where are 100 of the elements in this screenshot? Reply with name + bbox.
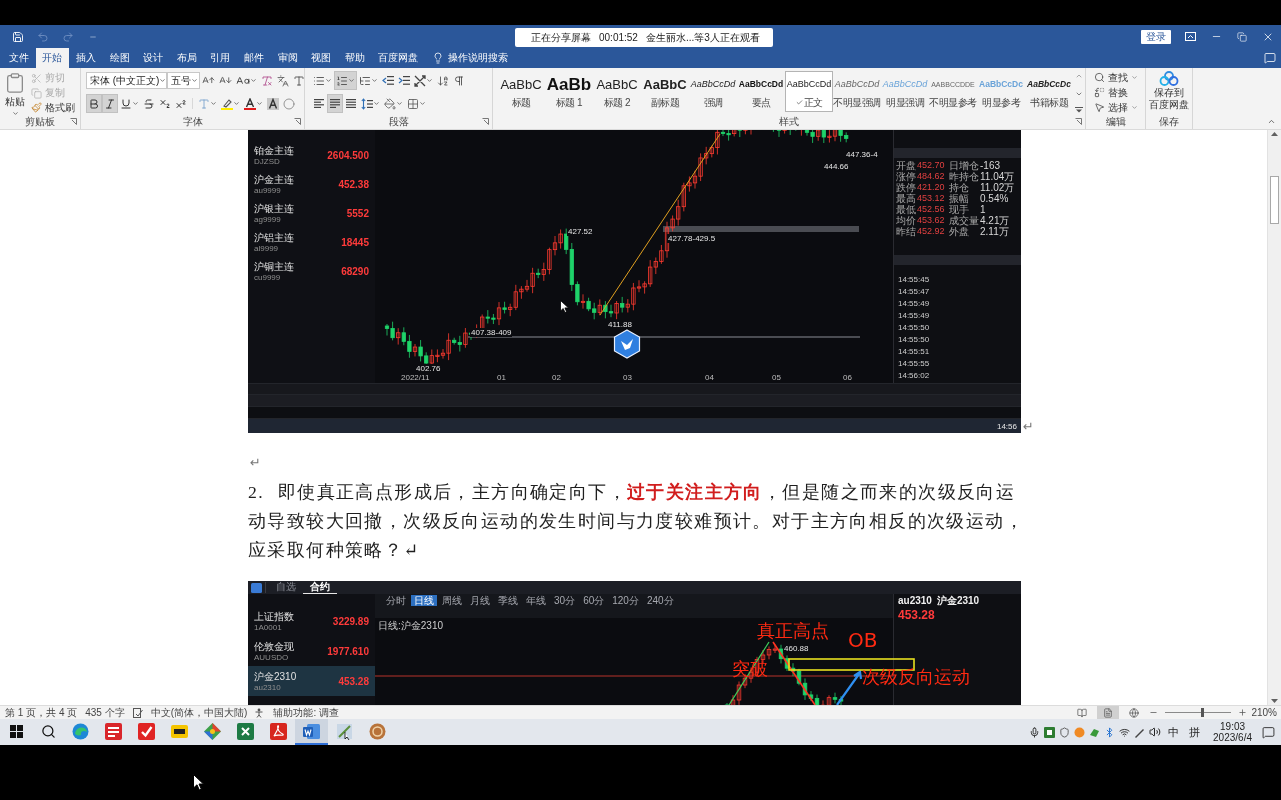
period-tab[interactable]: 120分 (609, 594, 642, 606)
period-tab[interactable]: 日线 (411, 594, 437, 606)
ribbon-tab[interactable]: 引用 (203, 48, 238, 68)
tool-app-icon (336, 722, 353, 740)
font-size-field[interactable]: 五号 (167, 72, 200, 89)
style-gallery-item[interactable]: AaBb 标题 1 (545, 71, 593, 112)
save-to-cloud-button[interactable]: 保存到 百度网盘 (1147, 68, 1191, 115)
style-gallery-item[interactable]: AaBbCcDd 强调 (689, 71, 737, 112)
zoom-slider-thumb[interactable] (1200, 708, 1204, 717)
dialog-launcher-icon[interactable] (70, 118, 77, 125)
period-tab[interactable]: 月线 (467, 594, 493, 606)
period-tab[interactable]: 30分 (551, 594, 579, 606)
editing-command[interactable]: 查找 (1092, 70, 1140, 85)
font-name-field[interactable]: 宋体 (中文正文) (86, 72, 167, 89)
stat-value: 452.70 (917, 160, 946, 171)
ribbon-tab[interactable]: 视图 (304, 48, 338, 68)
page-count[interactable]: 第 1 页，共 4 页 (5, 706, 78, 719)
search-icon (40, 723, 56, 739)
style-gallery-item[interactable]: AaBbCcDd 明显强调 (881, 71, 929, 112)
app-nav-tab[interactable]: 自选 (269, 581, 303, 594)
period-tab[interactable]: 60分 (580, 594, 608, 606)
numbering-button[interactable] (334, 71, 357, 90)
group-label: 剪贴板 (25, 115, 55, 128)
dialog-launcher-icon[interactable] (482, 118, 489, 125)
view-mode-button[interactable] (1097, 706, 1120, 719)
editing-command[interactable]: 选择 (1092, 100, 1140, 115)
notification-icon[interactable] (1262, 725, 1275, 739)
microphone-icon[interactable] (1029, 726, 1041, 738)
input-mode[interactable]: 拼 (1186, 724, 1204, 740)
speaker-icon[interactable] (1149, 726, 1162, 738)
sign-in-button[interactable]: 登录 (1141, 29, 1171, 44)
period-tab[interactable]: 年线 (523, 594, 549, 606)
editing-command[interactable]: 替换 (1092, 85, 1140, 100)
dialog-launcher-icon[interactable] (294, 118, 301, 125)
align-justify-button[interactable] (327, 94, 343, 113)
slash-icon[interactable] (1134, 726, 1146, 738)
date-label: 2022/11 (400, 373, 431, 382)
caret-icon (373, 100, 380, 107)
ribbon-tab[interactable]: 开始 (35, 48, 70, 68)
share-timer: 00:01:52 (599, 32, 638, 43)
clipboard-command[interactable]: 格式刷 (29, 100, 77, 115)
ribbon-tab[interactable]: 帮助 (337, 48, 372, 68)
collapse-ribbon-icon[interactable] (1267, 117, 1276, 126)
watchlist-row[interactable]: 沪金2310 au2310 453.28 (248, 666, 375, 696)
ribbon-tab[interactable]: 审阅 (270, 48, 305, 68)
book-icon (1077, 707, 1088, 718)
period-tab[interactable]: 240分 (643, 594, 677, 606)
italic-button[interactable] (102, 94, 118, 113)
ribbon-tab[interactable]: 文件 (2, 48, 36, 68)
caret-icon (1131, 74, 1138, 81)
input-language[interactable]: 中 (1165, 724, 1183, 740)
style-gallery-item[interactable]: AaBbCcDc 明显参考 (977, 71, 1025, 112)
diamond-app-icon[interactable] (1089, 726, 1101, 738)
more-styles-icon[interactable] (1075, 107, 1083, 113)
period-tab[interactable]: 季线 (495, 594, 521, 606)
accessibility-status[interactable]: 辅助功能: 调查 (273, 706, 339, 719)
style-gallery-item[interactable]: AaBbC 副标题 (641, 71, 689, 112)
caret-icon (210, 100, 217, 107)
ribbon-tab[interactable]: 插入 (69, 48, 103, 68)
proofing-icon[interactable] (132, 707, 143, 718)
scroll-down-icon[interactable] (1271, 699, 1278, 703)
zoom-level[interactable]: 210% (1251, 706, 1277, 719)
language-status[interactable]: 中文(简体，中国大陆) (150, 706, 248, 719)
style-gallery-item[interactable]: AaBbCcDd 正文 (785, 71, 833, 112)
style-gallery-item[interactable]: AaBbCcDd 不明显强调 (833, 71, 881, 112)
word-count[interactable]: 435 个字 (85, 706, 125, 719)
style-gallery-item[interactable]: AaBbC 标题 2 (593, 71, 641, 112)
style-gallery-item[interactable]: AaBbCcDd 要点 (737, 71, 785, 112)
ribbon-tab[interactable]: 邮件 (237, 48, 271, 68)
shield-icon[interactable] (1059, 726, 1071, 738)
type-icon (198, 97, 210, 110)
square-app-icon[interactable] (1044, 726, 1056, 738)
paste-button[interactable]: 粘贴 (3, 70, 27, 115)
watchlist-row[interactable]: 伦敦金现 AUUSDO 1977.610 (248, 636, 375, 666)
ribbon-tab[interactable]: 绘图 (102, 48, 137, 68)
taskbar-clock[interactable]: 19:03 2023/6/4 (1207, 721, 1258, 743)
network-icon[interactable] (1119, 726, 1131, 738)
accessibility-icon[interactable] (255, 707, 266, 718)
tick-time: 14:55:51 (898, 346, 930, 356)
tell-me-search[interactable]: 操作说明搜索 (425, 48, 509, 68)
zoom-in-icon[interactable] (1238, 708, 1248, 717)
style-gallery-item[interactable]: AaBbC 标题 (497, 71, 545, 112)
diamond-logo-icon (204, 722, 221, 740)
stat-value: 11.04万 (980, 171, 1016, 182)
style-gallery-item[interactable]: AaBbCcDc 书籍标题 (1025, 71, 1073, 112)
symbol-price: 3229.89 (332, 615, 369, 627)
ribbon-tab[interactable]: 百度网盘 (371, 48, 426, 68)
stat-value: 452.92 (917, 226, 946, 237)
cursor-icon (193, 774, 204, 791)
period-tab[interactable]: 周线 (439, 594, 465, 606)
ribbon-tab[interactable]: 布局 (169, 48, 204, 68)
ribbon-tab[interactable]: 设计 (136, 48, 170, 68)
bold-button[interactable] (86, 94, 102, 113)
scroll-up-icon[interactable] (1271, 132, 1278, 136)
scrollbar-thumb[interactable] (1270, 176, 1279, 224)
period-tab[interactable]: 分时 (383, 594, 409, 606)
circle-icon (283, 97, 295, 110)
dialog-launcher-icon[interactable] (1075, 118, 1082, 125)
watchlist-row[interactable]: 上证指数 1A0001 3229.89 (248, 606, 375, 636)
stat-label: 昨结 (896, 226, 917, 237)
